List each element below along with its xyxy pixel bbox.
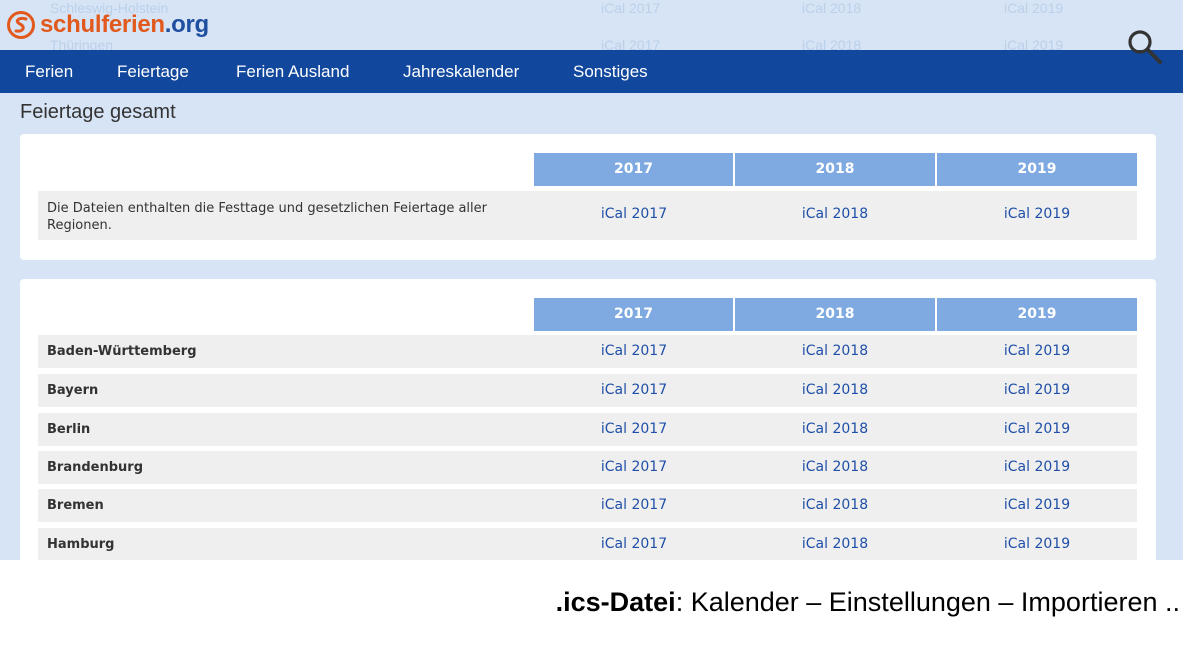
regions-card: 2017 2018 2019 Baden-Württemberg iCal 201… — [20, 279, 1156, 560]
nav-item-feiertage[interactable]: Feiertage — [117, 50, 189, 93]
ical-link-2018[interactable]: iCal 2018 — [735, 343, 935, 359]
ical-link-2019[interactable]: iCal 2019 — [937, 343, 1137, 359]
region-row: Brandenburg iCal 2017 iCal 2018 iCal 2019 — [38, 451, 1137, 484]
logo-text-part: schul — [40, 11, 102, 38]
year-header-2018: 2018 — [735, 153, 935, 186]
slide-caption: .ics-Datei: Kalender – Einstellungen – I… — [556, 587, 1180, 618]
page-title: Feiertage gesamt — [20, 101, 176, 123]
logo-text-part: ferien — [101, 11, 165, 38]
ical-link-2018[interactable]: iCal 2018 — [735, 536, 935, 552]
ical-link-2017[interactable]: iCal 2017 — [534, 421, 734, 437]
ical-link-2019[interactable]: iCal 2019 — [937, 459, 1137, 475]
year-header-2017: 2017 — [534, 298, 733, 331]
year-header-2019: 2019 — [937, 153, 1137, 186]
region-row: Hamburg iCal 2017 iCal 2018 iCal 2019 — [38, 528, 1137, 560]
ical-link-2019[interactable]: iCal 2019 — [937, 206, 1137, 222]
ical-link-2017[interactable]: iCal 2017 — [534, 459, 734, 475]
region-name: Baden-Württemberg — [47, 344, 197, 359]
site-logo[interactable]: schulferien.org — [6, 7, 209, 43]
region-name: Brandenburg — [47, 460, 144, 475]
region-name: Bayern — [47, 383, 99, 398]
region-row: Berlin iCal 2017 iCal 2018 iCal 2019 — [38, 413, 1137, 446]
year-header-2018: 2018 — [735, 298, 935, 331]
year-header-2019: 2019 — [937, 298, 1137, 331]
search-button[interactable] — [1124, 27, 1164, 65]
ical-link-2017[interactable]: iCal 2017 — [534, 206, 734, 222]
ical-link-2017[interactable]: iCal 2017 — [534, 343, 734, 359]
summary-description: Die Dateien enthalten die Festtage und g… — [47, 201, 487, 233]
nav-item-ferien[interactable]: Ferien — [25, 50, 73, 93]
nav-item-jahreskalender[interactable]: Jahreskalender — [403, 50, 519, 93]
ical-link-2017[interactable]: iCal 2017 — [534, 382, 734, 398]
caption-text: : Kalender – Einstellungen – Importieren… — [675, 587, 1180, 617]
ical-link-2018[interactable]: iCal 2018 — [735, 459, 935, 475]
region-name: Berlin — [47, 422, 91, 437]
region-name: Bremen — [47, 498, 104, 513]
ical-link-2019[interactable]: iCal 2019 — [937, 497, 1137, 513]
nav-item-sonstiges[interactable]: Sonstiges — [573, 50, 648, 93]
ical-link-2019[interactable]: iCal 2019 — [937, 536, 1137, 552]
search-icon — [1128, 30, 1162, 64]
ical-link-2018[interactable]: iCal 2018 — [735, 206, 935, 222]
logo-text: schulferien.org — [40, 11, 209, 39]
ghost-row-link: iCal 2017 — [601, 0, 661, 16]
browser-screenshot: Schleswig-Holstein iCal 2017 iCal 2018 i… — [0, 0, 1183, 560]
region-name: Hamburg — [47, 537, 115, 552]
year-header-2017: 2017 — [534, 153, 733, 186]
ical-link-2017[interactable]: iCal 2017 — [534, 536, 734, 552]
ghost-row-link: iCal 2018 — [802, 0, 862, 16]
summary-card: 2017 2018 2019 Die Dateien enthalten die… — [20, 134, 1156, 260]
ghost-row-link: iCal 2019 — [1004, 0, 1064, 16]
ical-link-2018[interactable]: iCal 2018 — [735, 421, 935, 437]
logo-swirl-icon — [7, 11, 35, 39]
caption-bold: .ics-Datei — [555, 587, 676, 617]
summary-row: Die Dateien enthalten die Festtage und g… — [38, 191, 1137, 240]
ical-link-2018[interactable]: iCal 2018 — [735, 497, 935, 513]
ical-link-2019[interactable]: iCal 2019 — [937, 382, 1137, 398]
region-row: Bremen iCal 2017 iCal 2018 iCal 2019 — [38, 489, 1137, 522]
ical-link-2017[interactable]: iCal 2017 — [534, 497, 734, 513]
ical-link-2018[interactable]: iCal 2018 — [735, 382, 935, 398]
region-row: Bayern iCal 2017 iCal 2018 iCal 2019 — [38, 374, 1137, 407]
main-navigation: Ferien Feiertage Ferien Ausland Jahreska… — [0, 50, 1183, 93]
ical-link-2019[interactable]: iCal 2019 — [937, 421, 1137, 437]
logo-text-part: .org — [164, 11, 209, 38]
region-row: Baden-Württemberg iCal 2017 iCal 2018 iCal … — [38, 335, 1137, 368]
nav-item-ferien-ausland[interactable]: Ferien Ausland — [236, 50, 349, 93]
